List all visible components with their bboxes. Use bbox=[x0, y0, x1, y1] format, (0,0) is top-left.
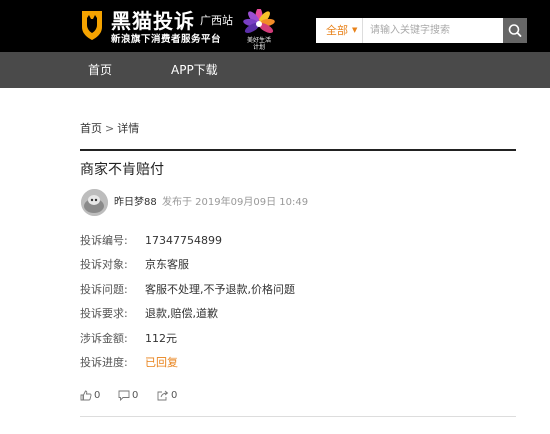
field-label: 涉诉金额: bbox=[80, 332, 128, 345]
cat-shield-logo-icon[interactable] bbox=[80, 9, 104, 41]
complaint-issue: 客服不处理,不予退款,价格问题 bbox=[145, 283, 295, 296]
search-bar: 全部 ▼ bbox=[316, 18, 527, 43]
field-label: 投诉对象: bbox=[80, 258, 128, 271]
field-label: 投诉要求: bbox=[80, 307, 128, 320]
breadcrumb: 首页 > 详情 bbox=[80, 122, 139, 136]
share-icon bbox=[157, 390, 169, 401]
search-scope-label: 全部 bbox=[326, 24, 348, 37]
avatar[interactable] bbox=[81, 189, 108, 216]
title-divider bbox=[80, 149, 516, 151]
search-button[interactable] bbox=[503, 18, 527, 43]
avatar-image bbox=[81, 189, 108, 216]
posted-time: 发布于 2019年09月09日 10:49 bbox=[162, 197, 309, 208]
status-badge: 已回复 bbox=[145, 356, 178, 369]
main-nav: 首页 APP下载 bbox=[0, 52, 550, 88]
footer-divider bbox=[80, 416, 516, 417]
field-label: 投诉编号: bbox=[80, 234, 128, 247]
logo-slogan: 新浪旗下消费者服务平台 bbox=[111, 34, 222, 45]
partner-caption: 美好生活 计划 bbox=[233, 37, 285, 51]
breadcrumb-current: 详情 bbox=[117, 122, 140, 135]
nav-item-home[interactable]: 首页 bbox=[88, 52, 112, 88]
breadcrumb-home-link[interactable]: 首页 bbox=[80, 122, 102, 135]
share-count: 0 bbox=[171, 390, 178, 401]
field-label: 投诉问题: bbox=[80, 283, 128, 296]
nav-item-app-download[interactable]: APP下载 bbox=[171, 52, 218, 88]
partner-caption-line1: 美好生活 bbox=[246, 37, 271, 44]
search-icon bbox=[508, 24, 522, 37]
comment-count: 0 bbox=[132, 390, 139, 401]
author-name[interactable]: 昨日梦88 bbox=[114, 196, 157, 209]
breadcrumb-separator: > bbox=[105, 122, 115, 135]
logo-title[interactable]: 黑猫投诉 bbox=[111, 10, 195, 32]
complaint-target[interactable]: 京东客服 bbox=[145, 258, 189, 272]
search-input[interactable] bbox=[364, 18, 503, 43]
logo-region: 广西站 bbox=[200, 14, 233, 27]
caret-down-icon: ▼ bbox=[352, 26, 358, 34]
complaint-number: 17347754899 bbox=[145, 234, 222, 247]
comment-icon bbox=[118, 390, 130, 401]
like-count: 0 bbox=[94, 390, 101, 401]
complaint-demand: 退款,赔偿,道歉 bbox=[145, 307, 218, 320]
field-label: 投诉进度: bbox=[80, 356, 128, 369]
top-header: 黑猫投诉 广西站 新浪旗下消费者服务平台 美好生活 计划 全部 ▼ bbox=[0, 0, 550, 52]
flower-logo-icon bbox=[243, 9, 275, 34]
complaint-amount: 112元 bbox=[145, 332, 177, 345]
page-title: 商家不肯赔付 bbox=[80, 162, 164, 178]
thumbs-up-icon bbox=[80, 390, 92, 401]
partner-caption-line2: 计划 bbox=[252, 44, 265, 51]
complaint-detail: 首页 > 详情 商家不肯赔付 昨日梦88 发布于 2019年09月09日 10:49… bbox=[0, 88, 550, 434]
